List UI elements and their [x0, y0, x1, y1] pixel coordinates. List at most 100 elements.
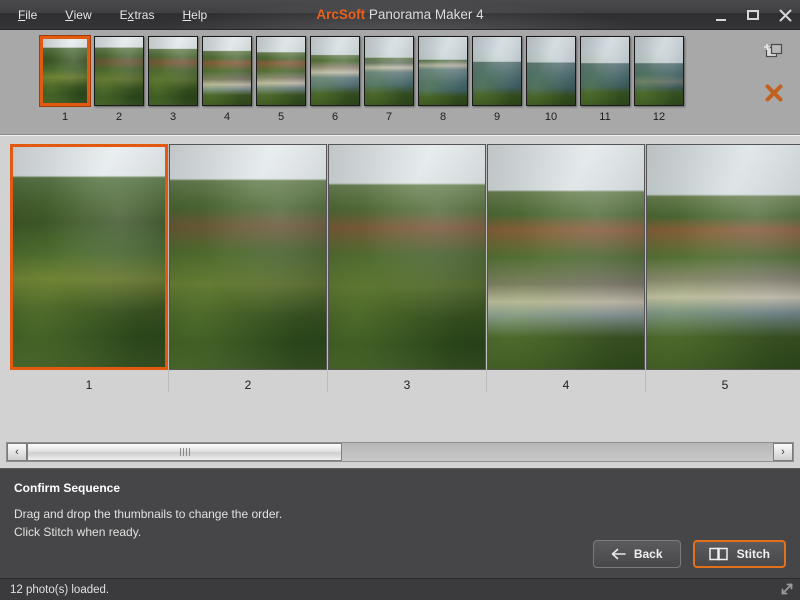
photo-texture-overlay [635, 37, 683, 105]
scroll-right-button[interactable]: › [773, 443, 793, 461]
preview-cell[interactable]: 5 [646, 144, 800, 392]
thumbnail-9[interactable] [472, 36, 522, 106]
titlebar-glow [150, 0, 650, 29]
thumbnail-filmstrip[interactable]: 1 2 3 4 5 6 7 8 9 10 11 12 [0, 30, 800, 135]
thumbnail-cell[interactable]: 2 [94, 36, 144, 124]
window-controls [712, 0, 794, 30]
scroll-right-icon: › [781, 446, 785, 458]
status-bar: 12 photo(s) loaded. [0, 578, 800, 600]
thumbnail-7[interactable] [364, 36, 414, 106]
scrollbar-grip-line [182, 448, 184, 456]
thumbnail-index-label: 8 [439, 111, 447, 123]
thumbnail-index-label: 4 [223, 111, 231, 123]
thumbnail-8[interactable] [418, 36, 468, 106]
scrollbar-grip-line [185, 448, 187, 456]
preview-index-label: 3 [403, 378, 411, 392]
preview-cell[interactable]: 1 [10, 144, 169, 392]
thumbnail-10[interactable] [526, 36, 576, 106]
stitch-panels-icon [708, 547, 728, 561]
thumbnail-index-label: 6 [331, 111, 339, 123]
instruction-line-2: Click Stitch when ready. [14, 525, 142, 539]
menu-bar: FFile VView ExExtras HHelp [0, 0, 209, 30]
back-button-label: Back [633, 547, 663, 561]
delete-photo-button[interactable] [760, 80, 788, 106]
photo-texture-overlay [170, 145, 326, 369]
preview-index-label: 1 [85, 378, 93, 392]
photo-texture-overlay [43, 39, 87, 103]
thumbnail-cell[interactable]: 1 [40, 36, 90, 124]
instruction-title: Confirm Sequence [14, 481, 121, 495]
thumbnail-11[interactable] [580, 36, 630, 106]
minimize-button[interactable] [712, 4, 730, 26]
preview-cell[interactable]: 2 [169, 144, 328, 392]
thumbnail-cell[interactable]: 5 [256, 36, 306, 124]
photo-texture-overlay [203, 37, 251, 105]
preview-cell[interactable]: 3 [328, 144, 487, 392]
menu-item-help[interactable]: HHelp [180, 0, 209, 30]
thumbnail-cell[interactable]: 11 [580, 36, 630, 124]
action-buttons: Back Stitch [592, 540, 786, 568]
photo-thumbnail-image [257, 37, 305, 105]
preview-image-5[interactable] [646, 144, 800, 370]
app-title-rest: Panorama Maker 4 [365, 7, 484, 22]
thumbnail-5[interactable] [256, 36, 306, 106]
preview-index-label: 2 [244, 378, 252, 392]
add-photos-icon [764, 43, 783, 58]
resize-grip-button[interactable] [778, 580, 796, 598]
delete-photo-icon [765, 84, 783, 102]
photo-texture-overlay [13, 147, 165, 367]
thumbnail-3[interactable] [148, 36, 198, 106]
close-button[interactable] [776, 4, 794, 26]
scrollbar-track[interactable] [27, 443, 773, 461]
menu-item-file[interactable]: FFile [16, 0, 39, 30]
photo-texture-overlay [527, 37, 575, 105]
preview-image-1[interactable] [10, 144, 168, 370]
menu-extras-label: Extras [120, 7, 155, 22]
title-bar[interactable]: FFile VView ExExtras HHelp ArcSoft Panor… [0, 0, 800, 30]
thumbnail-1[interactable] [40, 36, 90, 106]
maximize-icon [747, 10, 759, 20]
photo-texture-overlay [329, 145, 485, 369]
thumbnail-cell[interactable]: 12 [634, 36, 684, 124]
preview-index-label: 5 [721, 378, 729, 392]
add-photos-button[interactable] [760, 38, 788, 64]
thumbnail-4[interactable] [202, 36, 252, 106]
photo-thumbnail-image [419, 37, 467, 105]
thumbnail-cell[interactable]: 9 [472, 36, 522, 124]
thumbnail-cell[interactable]: 4 [202, 36, 252, 124]
stitch-button[interactable]: Stitch [692, 540, 786, 568]
photo-thumbnail-image [473, 37, 521, 105]
preview-cell[interactable]: 4 [487, 144, 646, 392]
preview-image-4[interactable] [487, 144, 645, 370]
scrollbar-thumb[interactable] [27, 443, 342, 461]
back-button[interactable]: Back [592, 540, 681, 568]
thumbnail-index-label: 2 [115, 111, 123, 123]
resize-grip-icon [781, 583, 793, 595]
thumbnail-index-label: 10 [544, 111, 558, 123]
minimize-icon [716, 19, 726, 21]
maximize-button[interactable] [744, 4, 762, 26]
thumbnail-cell[interactable]: 6 [310, 36, 360, 124]
photo-texture-overlay [149, 37, 197, 105]
scrollbar-grip-line [179, 448, 181, 456]
horizontal-scrollbar[interactable]: ‹ › [6, 442, 794, 462]
thumbnail-cell[interactable]: 10 [526, 36, 576, 124]
thumbnail-cell[interactable]: 7 [364, 36, 414, 124]
scroll-left-button[interactable]: ‹ [7, 443, 27, 461]
menu-item-extras[interactable]: ExExtras [118, 0, 157, 30]
arrow-left-icon [611, 548, 626, 560]
photo-thumbnail-image [365, 37, 413, 105]
preview-image-2[interactable] [169, 144, 327, 370]
thumbnail-list: 1 2 3 4 5 6 7 8 9 10 11 12 [40, 36, 684, 124]
thumbnail-cell[interactable]: 8 [418, 36, 468, 124]
thumbnail-index-label: 9 [493, 111, 501, 123]
photo-thumbnail-image [43, 39, 87, 103]
menu-item-view[interactable]: VView [63, 0, 93, 30]
photo-thumbnail-image [527, 37, 575, 105]
thumbnail-12[interactable] [634, 36, 684, 106]
thumbnail-2[interactable] [94, 36, 144, 106]
photo-thumbnail-image [95, 37, 143, 105]
preview-image-3[interactable] [328, 144, 486, 370]
thumbnail-cell[interactable]: 3 [148, 36, 198, 124]
thumbnail-6[interactable] [310, 36, 360, 106]
